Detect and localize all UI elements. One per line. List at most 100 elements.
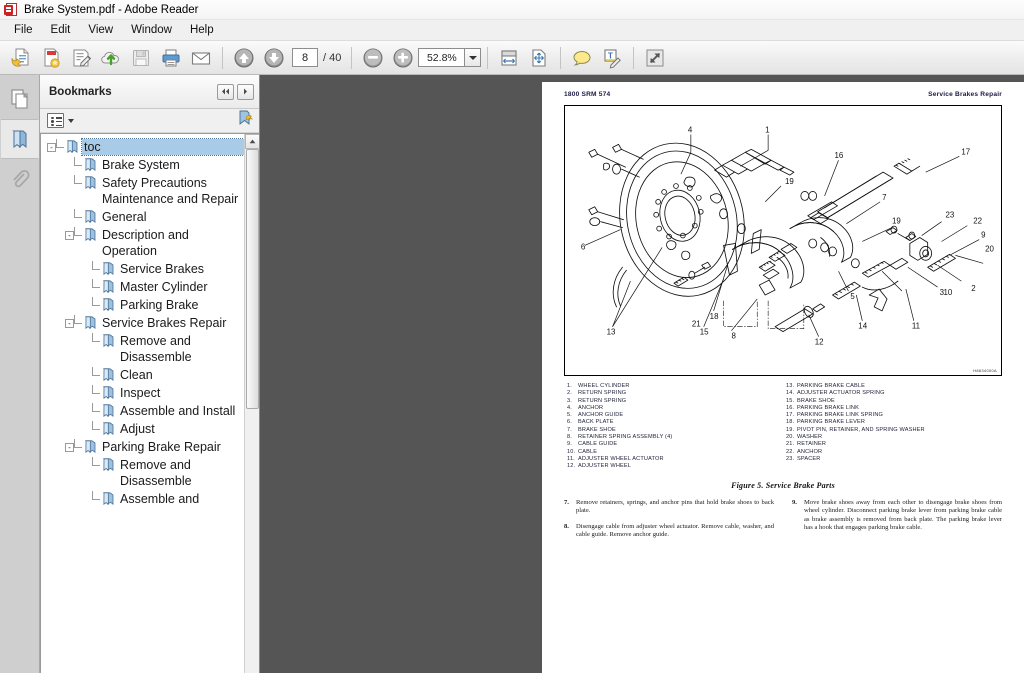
bookmark-item[interactable]: Inspect [41, 384, 244, 402]
highlight-text-icon[interactable]: T [597, 44, 627, 72]
bookmark-item[interactable]: - Parking Brake Repair [41, 438, 244, 456]
options-list-icon[interactable] [47, 113, 64, 128]
bookmark-item[interactable]: General [41, 208, 244, 226]
legend-item-number: 22. [786, 448, 795, 455]
bookmark-tree-connector [92, 297, 102, 313]
svg-text:23: 23 [946, 211, 955, 220]
toolbar-separator-2 [351, 46, 353, 69]
bookmark-item[interactable]: Remove and Disassemble [41, 456, 244, 490]
print-icon[interactable] [156, 44, 186, 72]
bookmark-item[interactable]: Master Cylinder [41, 278, 244, 296]
legend-item-number: 14. [786, 390, 795, 397]
menu-help[interactable]: Help [181, 22, 223, 38]
bookmark-item[interactable]: Service Brakes [41, 260, 244, 278]
zoom-in-icon[interactable] [388, 44, 418, 72]
bookmark-icon [85, 316, 96, 329]
legend-item: 23. SPACER [786, 456, 1002, 463]
fit-width-icon[interactable] [494, 44, 524, 72]
bookmark-item[interactable]: Assemble and [41, 490, 244, 508]
next-page-icon[interactable] [259, 44, 289, 72]
bookmark-item[interactable]: Clean [41, 366, 244, 384]
bookmarks-icon[interactable] [1, 119, 39, 159]
fullscreen-icon[interactable] [640, 44, 670, 72]
panel-collapse-left-icon[interactable] [217, 83, 234, 100]
bookmark-item[interactable]: Adjust [41, 420, 244, 438]
legend-item: 15. BRAKE SHOE [786, 398, 1002, 405]
panel-expand-right-icon[interactable] [237, 83, 254, 100]
bookmark-item[interactable]: Safety Precautions Maintenance and Repai… [41, 174, 244, 208]
svg-text:19: 19 [892, 217, 901, 226]
legend-item-number: 7. [567, 426, 572, 433]
bookmark-icon [103, 492, 114, 505]
legend-item-number: 13. [786, 383, 795, 389]
legend-item: 3. RETURN SPRING [567, 398, 783, 405]
legend-item-number: 9. [567, 441, 572, 448]
fit-page-icon[interactable] [524, 44, 554, 72]
drawing-code: H8634000A [973, 368, 997, 373]
title-bar: Brake System.pdf - Adobe Reader [0, 0, 1024, 20]
bookmark-label: Safety Precautions Maintenance and Repai… [102, 176, 239, 206]
bookmark-icon [85, 176, 96, 189]
bookmarks-panel-title: Bookmarks [49, 85, 112, 98]
legend-item-number: 5. [567, 412, 572, 419]
bookmark-item[interactable]: Assemble and Install [41, 402, 244, 420]
attachments-icon[interactable] [1, 159, 39, 199]
legend-item: 2. RETURN SPRING [567, 390, 783, 397]
email-icon[interactable] [186, 44, 216, 72]
legend-item: 22. ANCHOR [786, 449, 1002, 456]
save-icon[interactable] [126, 44, 156, 72]
menu-file[interactable]: File [5, 22, 42, 38]
bookmark-collapse-toggle[interactable]: - [65, 443, 74, 452]
menu-edit[interactable]: Edit [42, 22, 80, 38]
bookmark-item[interactable]: - Service Brakes Repair [41, 314, 244, 332]
legend-item-label: PARKING BRAKE CABLE [797, 383, 866, 389]
bookmark-item[interactable]: - toc [41, 138, 244, 156]
svg-text:17: 17 [961, 147, 970, 156]
zoom-dropdown-icon[interactable] [464, 48, 482, 67]
bookmark-collapse-toggle[interactable]: - [65, 231, 74, 240]
bookmark-collapse-toggle[interactable]: - [47, 143, 56, 152]
scroll-up-icon[interactable] [244, 134, 259, 149]
zoom-level-input[interactable]: 52.8% [418, 48, 465, 67]
create-pdf-icon[interactable] [36, 44, 66, 72]
comment-icon[interactable] [567, 44, 597, 72]
bookmark-tree-connector [74, 227, 84, 259]
bookmarks-scrollbar[interactable] [244, 134, 259, 673]
options-dropdown-caret-icon[interactable] [68, 118, 74, 123]
legend-item: 18. PARKING BRAKE LEVER [786, 419, 1002, 426]
svg-text:7: 7 [882, 193, 886, 202]
legend-item-label: PARKING BRAKE LEVER [797, 419, 866, 426]
bookmark-tree-connector [92, 261, 102, 277]
new-bookmark-icon[interactable] [237, 110, 254, 131]
previous-page-icon[interactable] [229, 44, 259, 72]
scrollbar-thumb[interactable] [245, 149, 259, 409]
legend-item-number: 3. [567, 397, 572, 404]
bookmark-item[interactable]: Brake System [41, 156, 244, 174]
bookmarks-tree[interactable]: - toc Brake System Safety Precautions Ma… [41, 134, 244, 673]
bookmark-item[interactable]: Remove and Disassemble [41, 332, 244, 366]
bookmark-item[interactable]: - Description and Operation [41, 226, 244, 260]
zoom-out-icon[interactable] [358, 44, 388, 72]
page-thumbnails-icon[interactable] [1, 79, 39, 119]
bookmark-label: Parking Brake [120, 298, 199, 312]
procedure-step: 8. Disengage cable from adjuster wheel ac… [564, 523, 774, 540]
document-viewer[interactable]: 1800 SRM 574 Service Brakes Repair 1 2 3… [260, 75, 1024, 673]
edit-pdf-icon[interactable] [66, 44, 96, 72]
bookmark-label: Parking Brake Repair [102, 440, 221, 454]
open-file-icon[interactable] [6, 44, 36, 72]
menu-window[interactable]: Window [122, 22, 181, 38]
bookmark-label: Assemble and [120, 492, 200, 506]
legend-item: 4. ANCHOR [567, 405, 783, 412]
procedure-steps: 7. Remove retainers, springs, and anchor … [564, 499, 1002, 547]
legend-item-number: 21. [786, 441, 795, 448]
toolbar-separator-1 [222, 46, 223, 69]
svg-text:10: 10 [944, 288, 953, 297]
page-number-input[interactable]: 8 [292, 48, 318, 67]
menu-view[interactable]: View [79, 22, 122, 38]
bookmark-item[interactable]: Parking Brake [41, 296, 244, 314]
toolbar-separator-3 [487, 46, 489, 69]
upload-cloud-icon[interactable] [96, 44, 126, 72]
legend-item: 11. ADJUSTER WHEEL ACTUATOR [567, 456, 783, 463]
bookmark-icon [85, 158, 96, 171]
bookmark-collapse-toggle[interactable]: - [65, 319, 74, 328]
